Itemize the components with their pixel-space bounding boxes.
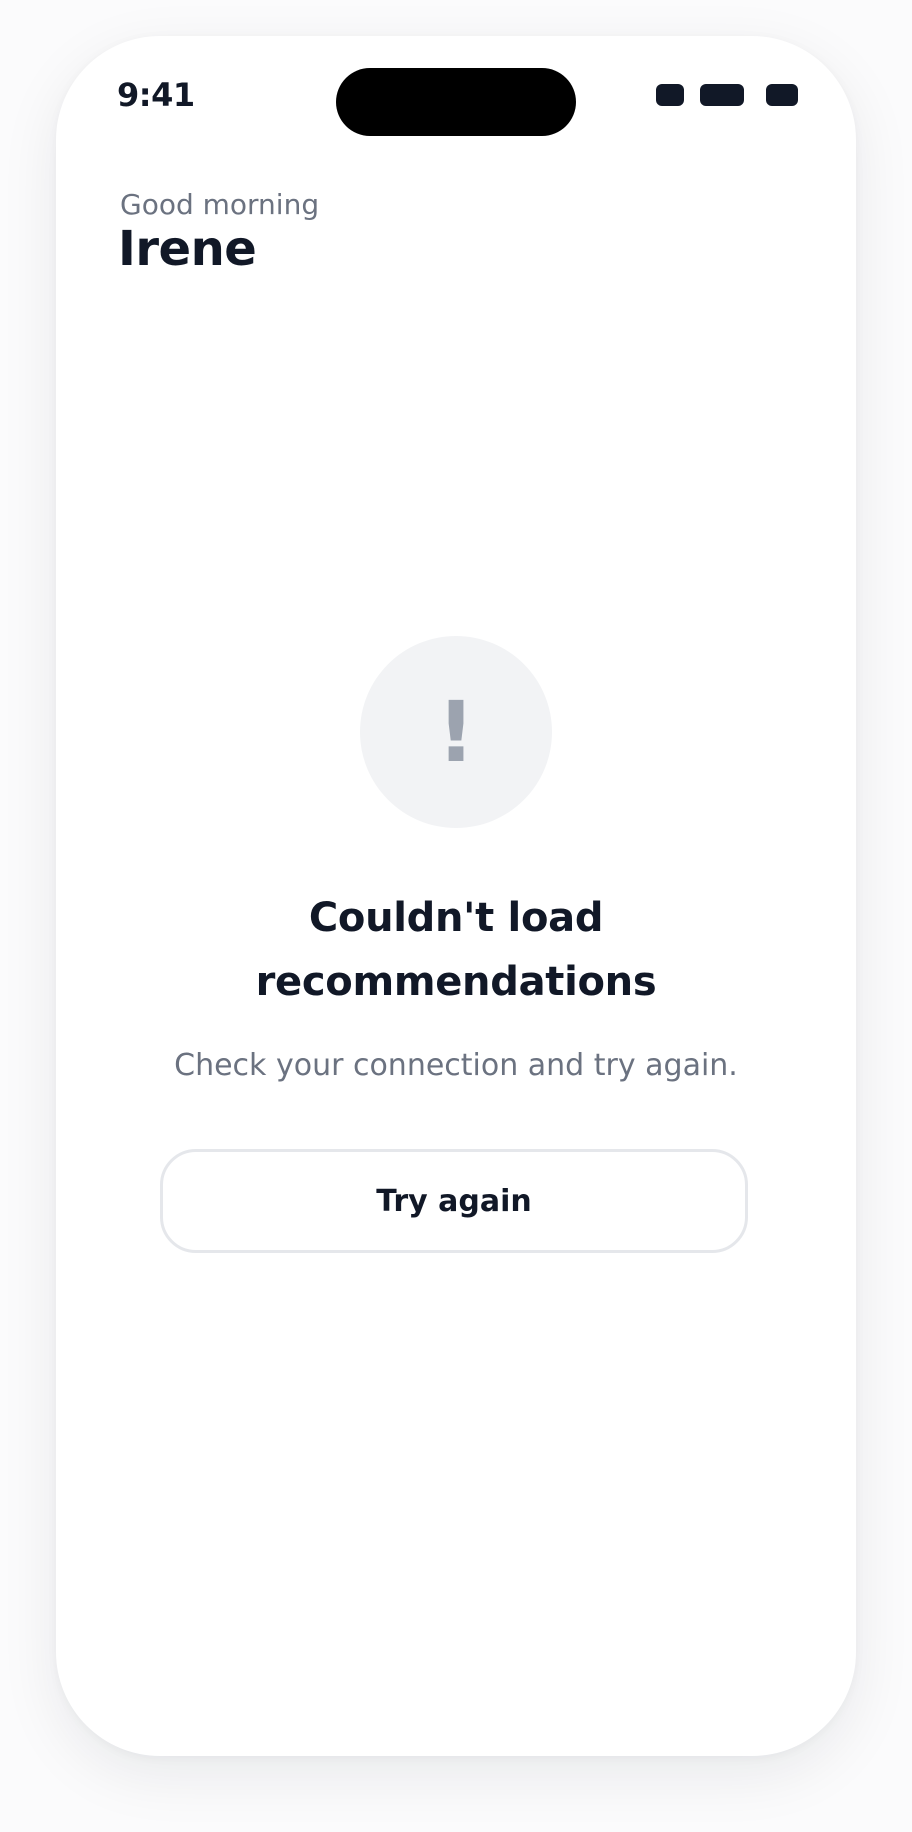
exclamation-icon: ! [436,683,476,781]
user-name: Irene [118,221,257,277]
wifi-icon [700,84,744,106]
phone-frame: 9:41 Good morning Irene ! Couldn't load … [56,36,856,1756]
status-time: 9:41 [117,76,195,114]
error-title: Couldn't load recommendations [255,895,657,1005]
error-message: Check your connection and try again. [174,1048,738,1083]
greeting-text: Good morning [120,188,320,221]
dynamic-island [336,68,576,136]
try-again-button[interactable]: Try again [160,1149,748,1253]
battery-icon [766,84,798,106]
screen: 9:41 Good morning Irene ! Couldn't load … [0,0,912,1832]
signal-icon [656,84,684,106]
error-icon-circle: ! [360,636,552,828]
